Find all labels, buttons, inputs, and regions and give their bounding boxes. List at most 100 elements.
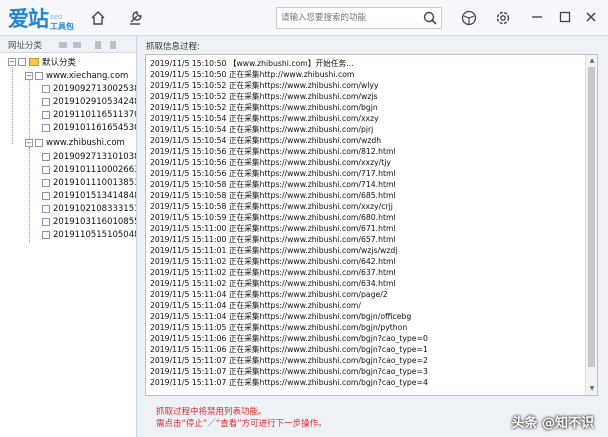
search-icon[interactable] (422, 10, 438, 26)
log-line: 2019/11/5 15:11:02 正在采集https://www.zhibu… (150, 279, 396, 289)
scroll-up-icon[interactable]: ▲ (588, 57, 596, 65)
log-line: 2019/11/5 15:11:04 正在采集https://www.zhibu… (150, 312, 412, 322)
tree-site-zhibushi[interactable]: − www.zhibushi.com (25, 137, 125, 149)
tree-site-label: www.xiechang.com (46, 71, 129, 81)
tree-item-label: 20191011616545304 (53, 123, 136, 133)
close-icon[interactable] (584, 10, 598, 24)
tree-checkbox[interactable] (42, 111, 50, 119)
tree-root-default[interactable]: − 默认分类 (8, 56, 76, 68)
log-line: 2019/11/5 15:11:00 正在采集https://www.zhibu… (150, 235, 396, 245)
collapse-toggle[interactable]: − (25, 72, 33, 80)
tree-item-label: 20191031160108554 (53, 217, 136, 227)
tree-checkbox[interactable] (42, 153, 50, 161)
tree-item[interactable]: 20191105151050487 (42, 229, 136, 241)
collapse-toggle[interactable]: − (25, 139, 33, 147)
tree-checkbox[interactable] (42, 218, 50, 226)
skin-icon[interactable] (460, 9, 478, 27)
tree-checkbox[interactable] (18, 58, 26, 66)
minimize-icon[interactable] (530, 10, 544, 24)
log-line: 2019/11/5 15:10:50 正在采集http://www.zhibus… (150, 70, 355, 80)
tree-site-label: www.zhibushi.com (46, 138, 125, 148)
category-header-label: 网址分类 (8, 41, 43, 51)
tree-item-label: 20190927130025387 (53, 84, 136, 94)
log-line: 2019/11/5 15:10:54 正在采集https://www.zhibu… (150, 125, 374, 135)
notice-line-1: 抓取过程中将禁用列表功能。 (156, 407, 267, 417)
tree-item[interactable]: 20190927130025387 (42, 83, 136, 95)
logo-main-text: 爱站 (8, 6, 49, 31)
log-line: 2019/11/5 15:11:02 正在采集https://www.zhibu… (150, 268, 396, 278)
log-line: 2019/11/5 15:10:50 【www.zhibushi.com】开始任… (150, 59, 354, 68)
settings-icon[interactable] (494, 9, 512, 27)
tree-item-label: 20191105151050487 (53, 230, 136, 240)
log-line: 2019/11/5 15:10:56 正在采集https://www.zhibu… (150, 158, 391, 168)
export-icon[interactable] (108, 40, 118, 50)
log-line: 2019/11/5 15:11:01 正在采集https://www.zhibu… (150, 246, 398, 256)
tree-checkbox[interactable] (42, 124, 50, 132)
log-line: 2019/11/5 15:10:58 正在采集https://www.zhibu… (150, 202, 393, 212)
log-line: 2019/11/5 15:11:07 正在采集https://www.zhibu… (150, 367, 428, 377)
logo-sub-text: 工具包 (50, 22, 74, 31)
category-header: 网址分类 (0, 37, 136, 53)
tree-item[interactable]: 20191029105342480 (42, 96, 136, 108)
notice-line-2: 需点击“停止”／“查看”方可进行下一步操作。 (156, 419, 327, 429)
tree-checkbox[interactable] (42, 231, 50, 239)
crawl-log-title: 抓取信息过程: (146, 42, 200, 52)
edit-category-icon[interactable] (72, 40, 82, 50)
crawl-log-box[interactable]: 2019/11/5 15:10:50 【www.zhibushi.com】开始任… (145, 54, 598, 396)
log-line: 2019/11/5 15:10:54 正在采集https://www.zhibu… (150, 136, 382, 146)
log-line: 2019/11/5 15:11:05 正在采集https://www.zhibu… (150, 323, 408, 333)
tree-checkbox[interactable] (42, 192, 50, 200)
tree-item-label: 20191101165113700 (53, 110, 136, 120)
home-icon[interactable] (89, 9, 107, 27)
tree-item-label: 20191011100138534 (53, 178, 136, 188)
tree-checkbox[interactable] (42, 205, 50, 213)
log-line: 2019/11/5 15:10:58 正在采集https://www.zhibu… (150, 191, 396, 201)
tree-checkbox[interactable] (42, 98, 50, 106)
tree-item-label: 20191021083331511 (53, 204, 136, 214)
log-line: 2019/11/5 15:10:52 正在采集https://www.zhibu… (150, 81, 379, 91)
tree-item[interactable]: 20191021083331511 (42, 203, 136, 215)
scroll-down-icon[interactable]: ▼ (588, 385, 596, 393)
tree-checkbox[interactable] (42, 179, 50, 187)
tree-checkbox[interactable] (42, 85, 50, 93)
app-logo: 爱站 seo 工具包 (8, 5, 74, 32)
search-input[interactable] (281, 11, 417, 25)
log-line: 2019/11/5 15:11:04 正在采集https://www.zhibu… (150, 290, 388, 300)
log-line: 2019/11/5 15:11:06 正在采集https://www.zhibu… (150, 334, 428, 344)
tree-item[interactable]: 20191101165113700 (42, 109, 136, 121)
log-line: 2019/11/5 15:10:54 正在采集https://www.zhibu… (150, 114, 379, 124)
log-line: 2019/11/5 15:10:59 正在采集https://www.zhibu… (150, 213, 396, 223)
crawl-notice: 抓取过程中将禁用列表功能。 需点击“停止”／“查看”方可进行下一步操作。 (156, 406, 327, 430)
tree-item[interactable]: 20191011100026630 (42, 164, 136, 176)
tree-checkbox[interactable] (42, 166, 50, 174)
watermark: 头条 @知不识 (511, 416, 594, 431)
tree-checkbox[interactable] (35, 139, 43, 147)
search-box[interactable] (276, 7, 442, 29)
tree-checkbox[interactable] (35, 72, 43, 80)
log-line: 2019/11/5 15:10:52 正在采集https://www.zhibu… (150, 92, 378, 102)
log-line: 2019/11/5 15:11:02 正在采集https://www.zhibu… (150, 257, 396, 267)
tree-item[interactable]: 20191015134148484 (42, 190, 136, 202)
log-line: 2019/11/5 15:11:07 正在采集https://www.zhibu… (150, 356, 428, 366)
tools-icon[interactable] (126, 9, 144, 27)
collapse-toggle[interactable]: − (8, 58, 16, 66)
tree-item[interactable]: 20191011616545304 (42, 122, 136, 134)
log-line: 2019/11/5 15:10:56 正在采集https://www.zhibu… (150, 147, 396, 157)
title-bar: 爱站 seo 工具包 (0, 0, 608, 36)
tree-item-label: 20191011100026630 (53, 165, 136, 175)
log-scrollbar[interactable]: ▲ ▼ (585, 55, 597, 395)
import-icon[interactable] (93, 40, 103, 50)
category-panel: 网址分类 − 默认分类 − www.xiechang.com 201909271… (0, 37, 137, 437)
log-line: 2019/11/5 15:11:07 正在采集https://www.zhibu… (150, 378, 428, 388)
tree-item[interactable]: 20190927131010386 (42, 151, 136, 163)
scroll-thumb[interactable] (588, 67, 595, 367)
log-line: 2019/11/5 15:11:00 正在采集https://www.zhibu… (150, 224, 396, 234)
add-category-icon[interactable] (58, 40, 68, 50)
maximize-icon[interactable] (558, 10, 572, 24)
log-line: 2019/11/5 15:10:56 正在采集https://www.zhibu… (150, 169, 396, 179)
crawl-panel: 抓取信息过程: 2019/11/5 15:10:50 【www.zhibushi… (138, 37, 608, 437)
tree-item[interactable]: 20191011100138534 (42, 177, 136, 189)
tree-site-xiechang[interactable]: − www.xiechang.com (25, 70, 128, 82)
tree-item-label: 20191029105342480 (53, 97, 136, 107)
tree-item[interactable]: 20191031160108554 (42, 216, 136, 228)
